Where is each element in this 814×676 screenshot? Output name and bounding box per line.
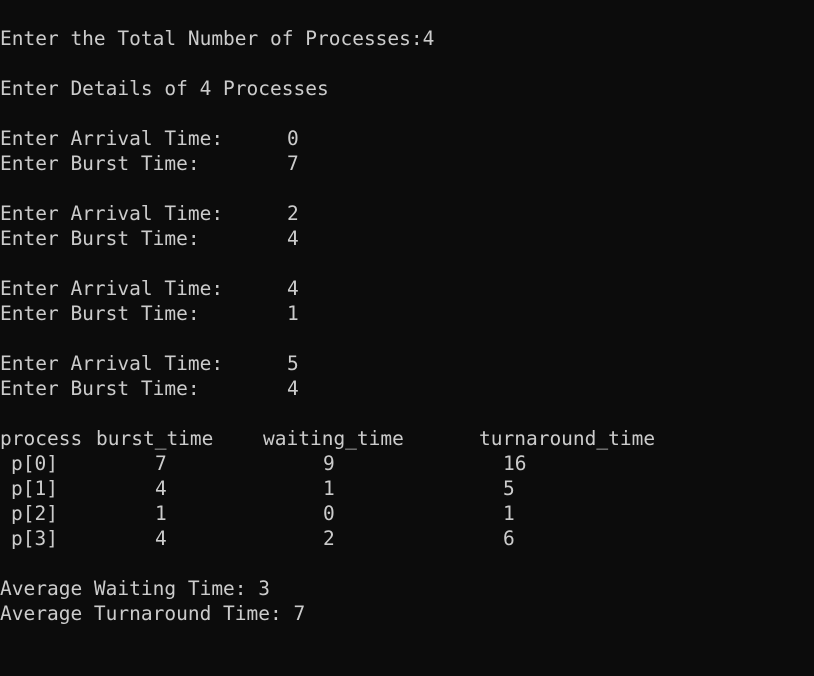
burst-time-cell: 4 [155, 527, 167, 550]
burst-time-label: Enter Burst Time: [0, 302, 200, 325]
arrival-time-value: 0 [287, 127, 299, 150]
arrival-time-label: Enter Arrival Time: [0, 352, 224, 375]
header-waiting-time: waiting_time [263, 427, 404, 450]
arrival-time-value: 5 [287, 352, 299, 375]
table-row: p[3] 4 2 6 [0, 526, 814, 551]
burst-time-line: Enter Burst Time: 4 [0, 226, 814, 251]
burst-time-line: Enter Burst Time: 4 [0, 376, 814, 401]
arrival-time-label: Enter Arrival Time: [0, 127, 224, 150]
waiting-time-cell: 9 [323, 452, 335, 475]
arrival-time-value: 2 [287, 202, 299, 225]
console-output: Enter the Total Number of Processes:4 En… [0, 0, 814, 646]
arrival-time-line: Enter Arrival Time: 0 [0, 126, 814, 151]
header-process: process [0, 427, 83, 450]
header-turnaround-time: turnaround_time [479, 427, 656, 450]
waiting-time-cell: 0 [323, 502, 335, 525]
average-waiting-time: Average Waiting Time: 3 [0, 577, 271, 600]
burst-time-value: 7 [287, 152, 299, 175]
waiting-time-cell: 1 [323, 477, 335, 500]
burst-time-cell: 1 [155, 502, 167, 525]
arrival-time-line: Enter Arrival Time: 2 [0, 201, 814, 226]
burst-time-line: Enter Burst Time: 7 [0, 151, 814, 176]
burst-time-value: 1 [287, 302, 299, 325]
burst-time-cell: 4 [155, 477, 167, 500]
waiting-time-cell: 2 [323, 527, 335, 550]
arrival-time-line: Enter Arrival Time: 4 [0, 276, 814, 301]
burst-time-label: Enter Burst Time: [0, 227, 200, 250]
table-row: p[1] 4 1 5 [0, 476, 814, 501]
turnaround-time-cell: 5 [503, 477, 515, 500]
process-cell: p[1] [11, 477, 58, 500]
turnaround-time-cell: 1 [503, 502, 515, 525]
arrival-time-label: Enter Arrival Time: [0, 202, 224, 225]
table-row: p[0] 7 9 16 [0, 451, 814, 476]
details-header: Enter Details of 4 Processes [0, 77, 329, 100]
process-cell: p[2] [11, 502, 58, 525]
arrival-time-value: 4 [287, 277, 299, 300]
arrival-time-line: Enter Arrival Time: 5 [0, 351, 814, 376]
burst-time-label: Enter Burst Time: [0, 377, 200, 400]
process-cell: p[0] [11, 452, 58, 475]
table-row: p[2] 1 0 1 [0, 501, 814, 526]
average-turnaround-time: Average Turnaround Time: 7 [0, 602, 306, 625]
arrival-time-label: Enter Arrival Time: [0, 277, 224, 300]
results-table-header: process burst_time waiting_time turnarou… [0, 426, 814, 451]
header-burst-time: burst_time [96, 427, 214, 450]
burst-time-value: 4 [287, 227, 299, 250]
burst-time-line: Enter Burst Time: 1 [0, 301, 814, 326]
process-cell: p[3] [11, 527, 58, 550]
burst-time-cell: 7 [155, 452, 167, 475]
turnaround-time-cell: 6 [503, 527, 515, 550]
turnaround-time-cell: 16 [503, 452, 527, 475]
burst-time-value: 4 [287, 377, 299, 400]
burst-time-label: Enter Burst Time: [0, 152, 200, 175]
total-processes-prompt: Enter the Total Number of Processes:4 [0, 27, 435, 50]
